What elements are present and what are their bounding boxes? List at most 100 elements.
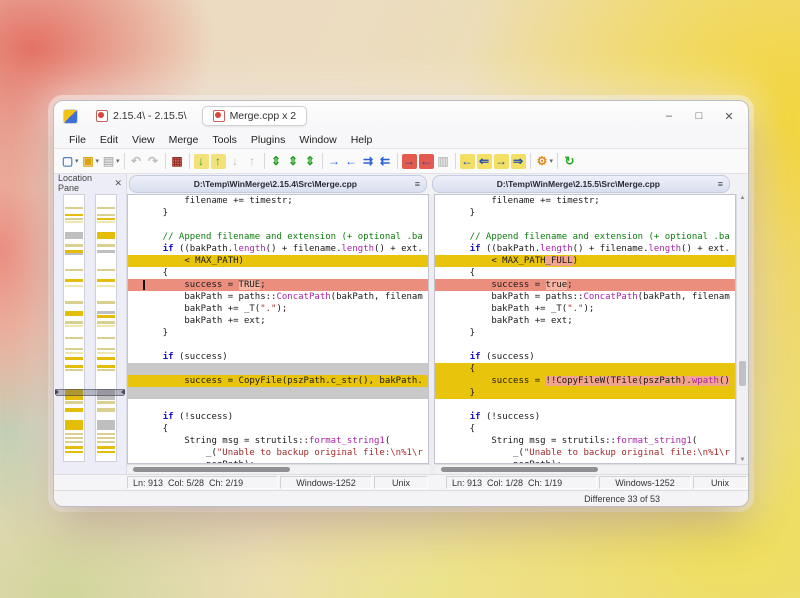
- code-line[interactable]: bakPath += _T(".");: [435, 303, 735, 315]
- code-line[interactable]: success = true;: [435, 279, 735, 291]
- diff-stripe[interactable]: [97, 207, 115, 209]
- file-header-right[interactable]: D:\Temp\WinMerge\2.15.5\Src\Merge.cpp ≡: [432, 175, 730, 193]
- refresh-icon[interactable]: ↻: [561, 151, 578, 171]
- diff-stripe[interactable]: [97, 218, 115, 220]
- code-line[interactable]: < MAX_PATH): [128, 255, 428, 267]
- hscroll-right[interactable]: [435, 464, 738, 474]
- diff-stripe[interactable]: [97, 433, 115, 435]
- diff-stripe[interactable]: [65, 279, 83, 282]
- diff-stripe[interactable]: [65, 321, 83, 324]
- diff-stripe[interactable]: [65, 311, 83, 316]
- location-bar-right[interactable]: [95, 194, 117, 462]
- code-line[interactable]: {: [128, 267, 428, 279]
- new-file-icon[interactable]: ▢▾: [59, 151, 80, 171]
- open-icon[interactable]: ▣▾: [80, 151, 101, 171]
- code-line[interactable]: }: [435, 387, 735, 399]
- code-line[interactable]: if ((bakPath.length() + filename.length(…: [128, 243, 428, 255]
- code-line[interactable]: }: [435, 327, 735, 339]
- diff-stripe[interactable]: [97, 365, 115, 368]
- diff-stripe[interactable]: [65, 408, 83, 412]
- code-line[interactable]: success = CopyFile(pszPath.c_str(), bakP…: [128, 375, 428, 387]
- diff-stripe[interactable]: [65, 420, 83, 430]
- code-line[interactable]: filename += timestr;: [435, 195, 735, 207]
- code-line[interactable]: if (!success): [435, 411, 735, 423]
- hscroll-left[interactable]: [127, 464, 430, 474]
- diff-stripe[interactable]: [65, 337, 83, 339]
- diff-stripe[interactable]: [97, 357, 115, 360]
- diff-stripe[interactable]: [65, 433, 83, 435]
- code-line[interactable]: {: [435, 363, 735, 375]
- prev-conflict-icon[interactable]: ⇇: [377, 151, 394, 171]
- diff-stripe[interactable]: [97, 446, 115, 449]
- code-pane-right[interactable]: filename += timestr; } // Append filenam…: [434, 194, 736, 464]
- diff-stripe[interactable]: [97, 250, 115, 253]
- menu-merge[interactable]: Merge: [162, 134, 206, 146]
- current-diff-icon[interactable]: ⇕: [285, 151, 302, 171]
- code-line[interactable]: // Append filename and extension (+ opti…: [128, 231, 428, 243]
- copy-from-right-icon[interactable]: ↑: [210, 151, 227, 171]
- code-line[interactable]: [435, 399, 735, 411]
- diff-stripe[interactable]: [65, 269, 83, 271]
- code-pane-left[interactable]: filename += timestr; } // Append filenam…: [127, 194, 429, 464]
- diff-stripe[interactable]: [97, 221, 115, 223]
- code-line[interactable]: if (success): [435, 351, 735, 363]
- code-line[interactable]: success = TRUE;: [128, 279, 428, 291]
- code-line[interactable]: bakPath += ext;: [128, 315, 428, 327]
- all-right-icon[interactable]: ⇒: [510, 151, 527, 171]
- diff-stripe[interactable]: [97, 232, 115, 239]
- diff-stripe[interactable]: [97, 269, 115, 271]
- diff-stripe[interactable]: [97, 437, 115, 439]
- copy-left-advance-icon[interactable]: ←: [459, 151, 476, 171]
- minimize-button[interactable]: –: [656, 106, 682, 126]
- hscroll-thumb-right[interactable]: [441, 467, 598, 472]
- diff-stripe[interactable]: [65, 357, 83, 360]
- tab-1[interactable]: 2.15.4\ - 2.15.5\: [85, 106, 198, 126]
- code-line[interactable]: [128, 399, 428, 411]
- diff-stripe[interactable]: [65, 253, 83, 255]
- code-line[interactable]: bakPath = paths::ConcatPath(bakPath, fil…: [128, 291, 428, 303]
- header-menu-icon[interactable]: ≡: [718, 179, 723, 189]
- last-diff-icon[interactable]: ⇕: [302, 151, 319, 171]
- diff-stripe[interactable]: [97, 311, 115, 314]
- code-line[interactable]: [128, 363, 428, 375]
- diff-stripe[interactable]: [97, 214, 115, 216]
- diff-stripe[interactable]: [97, 352, 115, 354]
- code-line[interactable]: filename += timestr;: [128, 195, 428, 207]
- scroll-down-icon[interactable]: ▼: [737, 457, 748, 463]
- location-pane-bars[interactable]: [54, 192, 126, 474]
- diff-stripe[interactable]: [65, 207, 83, 209]
- diff-stripe[interactable]: [65, 369, 83, 371]
- code-line[interactable]: {: [435, 423, 735, 435]
- all-left-icon[interactable]: ⇐: [476, 151, 493, 171]
- code-line[interactable]: [128, 339, 428, 351]
- hscroll-thumb-left[interactable]: [133, 467, 290, 472]
- code-line[interactable]: [435, 219, 735, 231]
- code-line[interactable]: [128, 387, 428, 399]
- copy-right-icon[interactable]: →: [401, 151, 418, 171]
- close-button[interactable]: ✕: [716, 106, 742, 126]
- diff-stripe[interactable]: [97, 348, 115, 350]
- code-line[interactable]: [435, 339, 735, 351]
- dropdown-caret-icon[interactable]: ▾: [75, 157, 79, 165]
- diff-stripe[interactable]: [65, 214, 83, 216]
- code-line[interactable]: < MAX_PATH_FULL): [435, 255, 735, 267]
- header-menu-icon[interactable]: ≡: [415, 179, 420, 189]
- diff-stripe[interactable]: [65, 451, 83, 453]
- code-line[interactable]: if ((bakPath.length() + filename.length(…: [435, 243, 735, 255]
- diff-stripe[interactable]: [65, 401, 83, 404]
- dropdown-caret-icon[interactable]: ▾: [550, 157, 554, 165]
- prev-diff-icon[interactable]: ←: [343, 151, 360, 171]
- code-line[interactable]: bakPath = paths::ConcatPath(bakPath, fil…: [435, 291, 735, 303]
- diff-stripe[interactable]: [97, 408, 115, 412]
- maximize-button[interactable]: □: [686, 106, 712, 126]
- diff-stripe[interactable]: [97, 401, 115, 404]
- copy-right-advance-icon[interactable]: →: [493, 151, 510, 171]
- tab-2[interactable]: Merge.cpp x 2: [202, 106, 308, 126]
- diff-stripe[interactable]: [65, 221, 83, 223]
- file-header-left[interactable]: D:\Temp\WinMerge\2.15.4\Src\Merge.cpp ≡: [129, 175, 427, 193]
- diff-stripe[interactable]: [65, 301, 83, 304]
- first-diff-icon[interactable]: ⇕: [268, 151, 285, 171]
- menu-edit[interactable]: Edit: [93, 134, 125, 146]
- scroll-up-icon[interactable]: ▲: [737, 195, 748, 201]
- diff-stripe[interactable]: [97, 441, 115, 443]
